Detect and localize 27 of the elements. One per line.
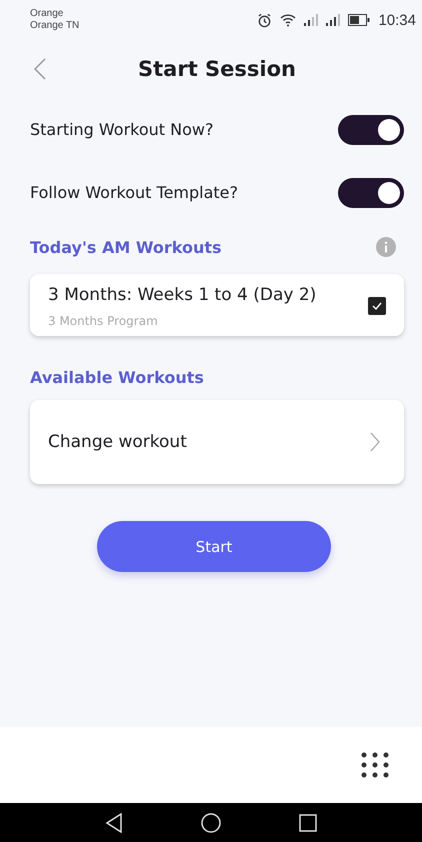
carrier-name: Orange (30, 8, 64, 20)
toggle-switch[interactable] (338, 114, 404, 144)
workout-title: 3 Months: Weeks 1 to 4 (Day 2) (48, 284, 318, 306)
chevron-right-icon (370, 432, 380, 452)
toggle-switch[interactable] (338, 178, 404, 208)
section-heading: Today's AM Workouts (30, 238, 222, 256)
toggle-label: Starting Workout Now? (30, 120, 214, 139)
back-icon[interactable] (34, 58, 46, 80)
battery-icon (348, 14, 370, 26)
keypad-dots-icon[interactable] (361, 752, 389, 778)
alarm-icon (257, 12, 272, 28)
start-button[interactable]: Start (97, 521, 331, 572)
wifi-icon (280, 13, 296, 27)
screen-title: Start Session (138, 57, 296, 81)
section-heading: Available Workouts (30, 368, 204, 386)
signal-icon (304, 14, 318, 26)
recents-nav-icon[interactable] (299, 814, 317, 832)
network-name: Orange TN (30, 20, 80, 32)
change-workout-button[interactable]: Change workout (30, 400, 404, 484)
checkbox[interactable] (368, 297, 386, 315)
home-nav-icon[interactable] (201, 812, 221, 832)
signal-icon (326, 14, 340, 26)
toggle-label: Follow Workout Template? (30, 183, 238, 202)
back-nav-icon[interactable] (105, 812, 123, 832)
workout-card[interactable]: 3 Months: Weeks 1 to 4 (Day 2) 3 Months Program (30, 274, 404, 336)
clock-time: 10:34 (378, 12, 416, 28)
program-name: 3 Months Program (48, 314, 159, 328)
